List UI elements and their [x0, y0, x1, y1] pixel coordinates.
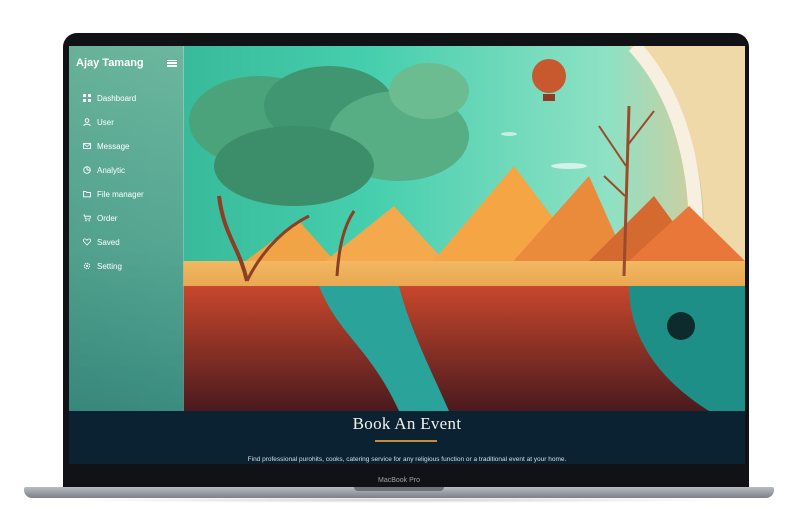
sidebar-item-label: Message [97, 141, 130, 151]
pie-chart-icon [82, 166, 91, 175]
sidebar-item-label: Order [97, 213, 118, 223]
sidebar-nav: Dashboard User Message Analytic File man… [69, 86, 183, 278]
sidebar-item-label: File manager [97, 189, 144, 199]
book-event-section: Book An Event Find professional purohits… [69, 411, 745, 464]
sidebar-item-dashboard[interactable]: Dashboard [69, 86, 183, 110]
sidebar-item-setting[interactable]: Setting [69, 254, 183, 278]
sidebar-item-label: Analytic [97, 165, 126, 175]
sidebar-item-order[interactable]: Order [69, 206, 183, 230]
grid-icon [82, 94, 91, 103]
message-icon [82, 142, 91, 151]
sidebar-item-message[interactable]: Message [69, 134, 183, 158]
sidebar-item-label: Setting [97, 261, 122, 271]
gear-icon [82, 262, 91, 271]
sidebar-item-label: Dashboard [97, 93, 137, 103]
sidebar-item-user[interactable]: User [69, 110, 183, 134]
heart-icon [82, 238, 91, 247]
sidebar-item-analytic[interactable]: Analytic [69, 158, 183, 182]
folder-icon [82, 190, 91, 199]
hero-description: Find professional purohits, cooks, cater… [247, 456, 567, 463]
cart-icon [82, 214, 91, 223]
user-name: Ajay Tamang [76, 57, 144, 69]
sidebar-item-saved[interactable]: Saved [69, 230, 183, 254]
title-divider [375, 440, 437, 442]
hero-title: Book An Event [352, 414, 462, 433]
sidebar-item-label: User [97, 117, 114, 127]
sidebar: Ajay Tamang Dashboard User Message Analy… [69, 46, 184, 411]
device-label: MacBook Pro [377, 477, 421, 484]
user-icon [82, 118, 91, 127]
laptop-screen: Ajay Tamang Dashboard User Message Analy… [69, 46, 745, 464]
sidebar-item-file-manager[interactable]: File manager [69, 182, 183, 206]
menu-toggle-button[interactable] [167, 58, 177, 67]
sidebar-item-label: Saved [97, 237, 120, 247]
hamburger-icon [167, 59, 177, 61]
laptop-notch [354, 487, 444, 491]
